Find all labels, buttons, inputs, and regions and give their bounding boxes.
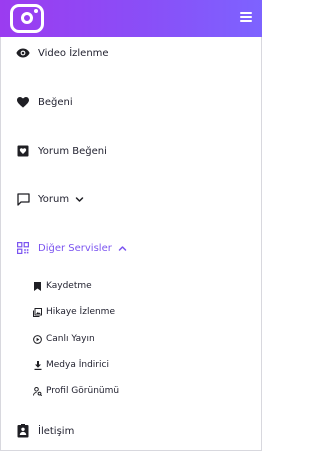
story-icon	[33, 307, 42, 317]
sub-item-profile-view[interactable]: Profil Görünümü	[33, 382, 119, 400]
heart-icon	[16, 95, 30, 109]
eye-icon	[16, 46, 30, 60]
nav-item-other-services[interactable]: Diğer Servisler	[16, 238, 127, 258]
nav-item-video-views[interactable]: Video İzlenme	[16, 43, 109, 63]
contact-icon	[16, 424, 30, 438]
comment-icon	[16, 192, 30, 206]
nav-item-contact[interactable]: İletişim	[16, 421, 74, 441]
sub-item-live[interactable]: Canlı Yayın	[33, 330, 95, 348]
nav-item-label: Video İzlenme	[38, 47, 109, 59]
hamburger-menu-icon[interactable]	[240, 12, 252, 24]
profile-view-icon	[33, 386, 42, 396]
sub-item-media-downloader[interactable]: Medya İndirici	[33, 356, 109, 374]
app-header	[0, 0, 262, 37]
sub-item-label: Profil Görünümü	[46, 386, 120, 396]
sub-item-story-views[interactable]: Hikaye İzlenme	[33, 303, 115, 321]
grid-icon	[16, 241, 30, 255]
sub-item-label: Medya İndirici	[46, 360, 109, 370]
chevron-up-icon[interactable]	[118, 244, 127, 253]
nav-item-label: Diğer Servisler	[38, 242, 112, 254]
instagram-logo-icon[interactable]	[10, 4, 44, 33]
chevron-down-icon[interactable]	[75, 195, 84, 204]
sub-item-label: Hikaye İzlenme	[46, 307, 115, 317]
nav-item-label: Beğeni	[38, 96, 73, 108]
nav-item-label: Yorum	[38, 193, 70, 205]
sub-item-save[interactable]: Kaydetme	[33, 277, 92, 295]
nav-item-label: İletişim	[38, 425, 75, 437]
nav-item-label: Yorum Beğeni	[38, 145, 107, 157]
nav-item-comments[interactable]: Yorum	[16, 189, 84, 209]
nav-item-likes[interactable]: Beğeni	[16, 92, 73, 112]
sub-item-label: Kaydetme	[46, 281, 92, 291]
play-circle-icon	[33, 334, 42, 344]
heart-message-icon	[16, 144, 30, 158]
sub-item-label: Canlı Yayın	[46, 334, 95, 344]
download-icon	[33, 360, 42, 370]
nav-item-comment-likes[interactable]: Yorum Beğeni	[16, 141, 107, 161]
bookmark-icon	[33, 281, 42, 291]
